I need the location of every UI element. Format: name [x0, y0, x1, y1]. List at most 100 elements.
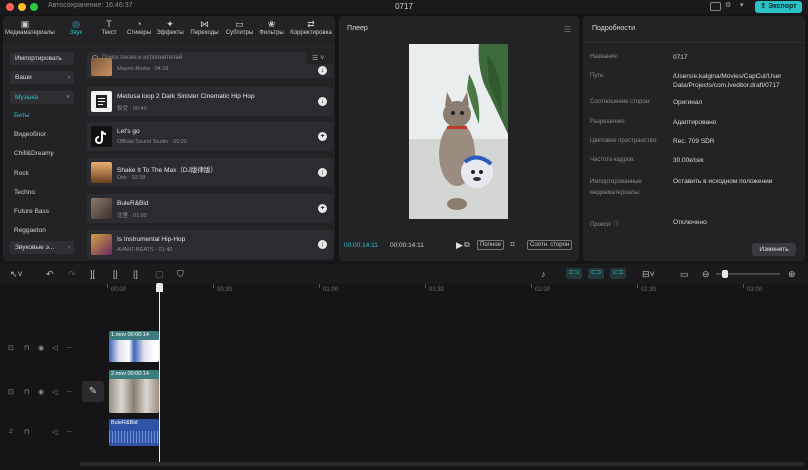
eye-icon[interactable]: ◉ [38, 344, 44, 352]
split-icon[interactable]: ][ [90, 269, 95, 279]
timeline-ruler[interactable]: 00:00 00:30 01:00 01:30 02:00 02:30 03:0… [107, 284, 808, 298]
snapshot-icon[interactable]: ⌗ [510, 239, 515, 250]
clip-label: BuleR&Bid [111, 420, 138, 426]
tab-transitions[interactable]: ⋈ Переходы [188, 20, 221, 42]
download-icon[interactable]: ↓ [318, 240, 327, 249]
track-name: Let's go [117, 128, 140, 135]
track-item[interactable]: BuleR&Bid 北里 · 01:00 + [87, 194, 333, 223]
download-icon[interactable]: ↓ [318, 168, 327, 177]
tab-media[interactable]: ▣ Медиаматериалы [5, 20, 55, 42]
video-track-icon: ⊡ [8, 345, 14, 352]
video-preview[interactable] [409, 44, 508, 219]
filter-icon[interactable]: ☰ ˅ [312, 54, 324, 62]
import-button[interactable]: Импортировать [10, 52, 74, 65]
total-timecode: 00:00:14:11 [390, 242, 424, 249]
split-left-icon[interactable]: [| [113, 269, 118, 279]
ruler-tick [637, 284, 638, 288]
split-right-icon[interactable]: |] [133, 269, 138, 279]
media-tabs: ▣ Медиаматериалы ◎ Звук T Текст ◔ Стикеры ✦ Э… [3, 16, 335, 44]
tab-effects[interactable]: ✦ Эффекты [155, 20, 185, 42]
volume-icon[interactable]: ◁ [52, 428, 57, 436]
subtitles-icon: ▭ [235, 19, 244, 29]
zoom-slider[interactable] [716, 270, 780, 278]
tab-adjust[interactable]: ⇄ Корректировка [288, 20, 334, 42]
modify-button[interactable]: Изменить [752, 243, 796, 256]
video-clip-2[interactable]: 2.mov 00:00:14 [109, 370, 159, 413]
track-header-video-1: ⊡ ⊓ ◉ ◁ ⋯ [0, 340, 80, 358]
fullscreen-button[interactable]: Полное [477, 240, 505, 250]
add-icon[interactable]: + [318, 204, 327, 213]
delete-icon[interactable]: ▢ [155, 269, 164, 279]
yours-dropdown[interactable]: Ваши › [10, 71, 74, 84]
ruler-tick [213, 284, 214, 288]
edit-cover-button[interactable]: ✎ [82, 381, 104, 402]
tab-stickers[interactable]: ◔ Стикеры [125, 20, 153, 42]
screen-icon[interactable]: ▭ [680, 269, 689, 279]
sidebar-item-reggaeton[interactable]: Reggaeton [14, 227, 46, 234]
eye-icon[interactable]: ◉ [38, 388, 44, 396]
link-icon[interactable]: ⊏⊐ [588, 268, 604, 279]
aspect-ratio-button[interactable]: Соотн. сторон [527, 240, 573, 250]
layout-icon[interactable] [710, 2, 721, 11]
magnet-icon[interactable]: ⊏⊐ [566, 268, 582, 279]
playhead-handle[interactable] [156, 283, 163, 292]
keyboard-icon[interactable]: ⚙ [725, 2, 736, 11]
sidebar-item-beats[interactable]: Биты [14, 112, 30, 119]
select-tool-icon[interactable]: ↖˅ [10, 269, 23, 279]
shield-icon[interactable]: ⛉ [177, 269, 184, 279]
undo-icon[interactable]: ↶ [46, 269, 54, 279]
sidebar-item-techno[interactable]: Techno [14, 189, 35, 196]
player-panel: Плеер ☰ 00:00:14:11 00:00:14:11 ▶ ⧉ Полн… [339, 16, 579, 261]
track-item[interactable]: Medusa loop 2 Dark Sinister Cinematic Hi… [87, 87, 333, 116]
preview-axis-icon[interactable]: ⊏⊐ [610, 268, 626, 279]
sidebar-item-future-bass[interactable]: Future Bass [14, 208, 49, 215]
lock-icon[interactable]: ⊓ [24, 344, 29, 352]
music-dropdown[interactable]: Музыка ˅ [10, 91, 74, 104]
volume-icon[interactable]: ◁ [52, 344, 57, 352]
download-icon[interactable]: ↓ [318, 97, 327, 106]
more-icon[interactable]: ⋯ [66, 388, 73, 396]
capcut-window: Автосохранение: 16:46:37 0717 ⚙ ▾ ⇪ Эксп… [0, 0, 808, 470]
shortcuts-icon[interactable]: ▾ [740, 2, 751, 11]
tab-audio[interactable]: ◎ Звук [63, 20, 89, 42]
lock-icon[interactable]: ⊓ [24, 388, 29, 396]
video-clip-1[interactable]: 1.mov 00:00:14 [109, 331, 159, 362]
tab-filters[interactable]: ❀ Фильтры [256, 20, 287, 42]
ruler-label: 00:30 [217, 287, 233, 293]
detail-label: Путь: [590, 73, 605, 79]
zoom-in-icon[interactable]: ⊕ [788, 269, 796, 279]
redo-icon[interactable]: ↷ [68, 269, 76, 279]
clip-label: 2.mov 00:00:14 [111, 371, 149, 377]
add-icon[interactable]: + [318, 132, 327, 141]
effects-icon: ✦ [166, 19, 174, 29]
microphone-icon[interactable]: ♪ [541, 269, 546, 279]
track-item[interactable]: Maurio Rosta · 04:18 ↓ [87, 58, 333, 78]
volume-icon[interactable]: ◁ [52, 388, 57, 396]
timeline-scrollbar[interactable] [80, 462, 805, 466]
track-cover [91, 58, 112, 76]
snap-icon[interactable]: ⊟˅ [642, 269, 655, 279]
zoom-out-icon[interactable]: ⊖ [702, 269, 710, 279]
menu-icon[interactable]: ☰ [564, 25, 571, 34]
play-icon[interactable]: ▶ [456, 240, 463, 251]
track-item[interactable]: Shake It To The Max（DJ版律版） Dirk · 02:38 … [87, 158, 333, 187]
tab-subtitles[interactable]: ▭ Субтитры [223, 20, 256, 42]
export-button[interactable]: ⇪ Экспорт [755, 1, 802, 13]
playhead[interactable] [159, 284, 160, 462]
crop-icon[interactable]: ⧉ [464, 240, 470, 250]
sidebar-item-chill[interactable]: Chill&Dreamy [14, 150, 54, 157]
sidebar-item-rock[interactable]: Rock [14, 170, 29, 177]
transition-icon: ⋈ [200, 19, 209, 29]
audio-clip[interactable]: BuleR&Bid [109, 419, 159, 446]
lock-icon[interactable]: ⊓ [24, 428, 29, 436]
sidebar-item-vlog[interactable]: Видеоблог [14, 131, 46, 138]
track-item[interactable]: Is Instrumental Hip-Hop AVANT-BEATS · 01… [87, 230, 333, 259]
sound-effects-dropdown[interactable]: Звуковые э... › [10, 241, 74, 254]
more-icon[interactable]: ⋯ [66, 428, 73, 436]
more-icon[interactable]: ⋯ [66, 344, 73, 352]
download-icon[interactable]: ↓ [318, 66, 327, 75]
tab-text[interactable]: T Текст [96, 20, 122, 42]
track-item[interactable]: Let's go Official Sound Studio · 00:20 + [87, 122, 333, 151]
document-icon [96, 95, 107, 108]
zoom-slider-thumb[interactable] [722, 270, 728, 278]
